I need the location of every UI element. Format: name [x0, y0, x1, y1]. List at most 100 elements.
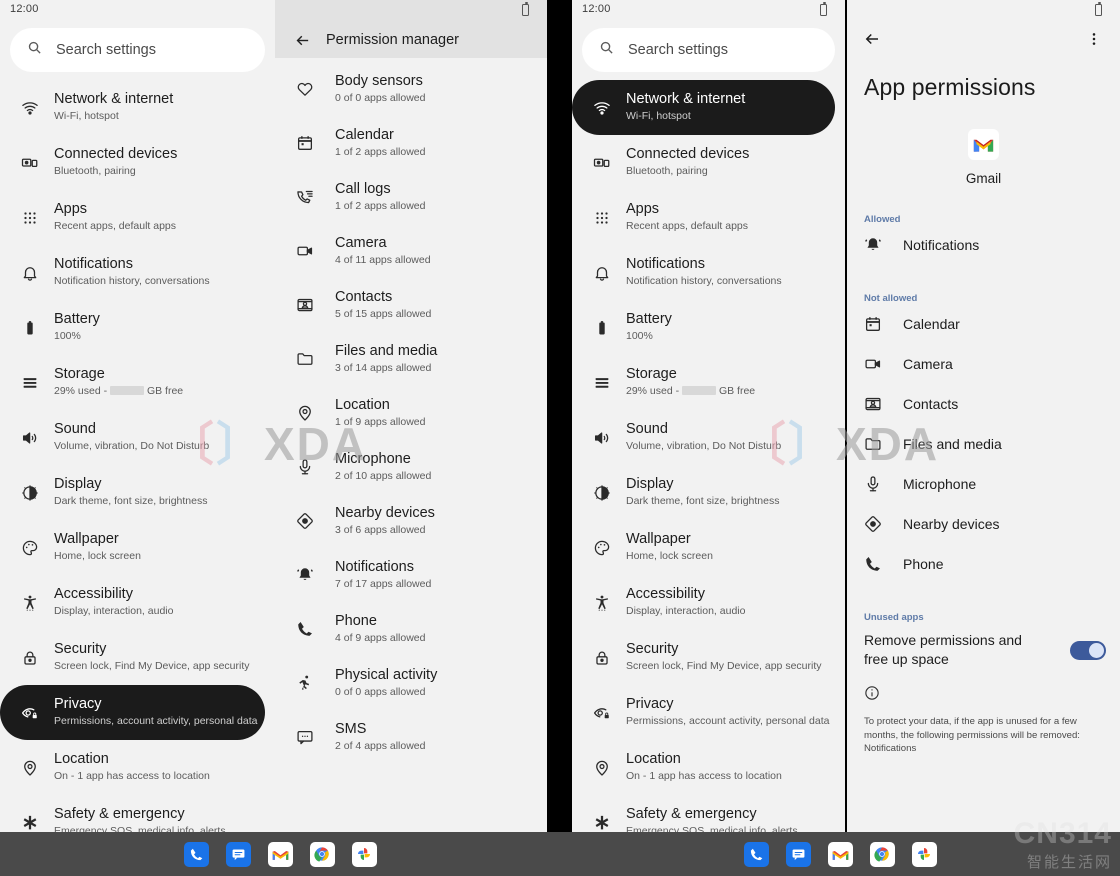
- settings-item-title: Apps: [54, 201, 88, 217]
- permission-item-files-and-media[interactable]: Files and media 3 of 14 apps allowed: [275, 332, 547, 386]
- permission-item-physical-activity[interactable]: Physical activity 0 of 0 apps allowed: [275, 656, 547, 710]
- phone-app-icon[interactable]: [183, 841, 209, 867]
- app-permission-phone[interactable]: Phone: [847, 544, 1120, 584]
- settings-item-notifications[interactable]: Notifications Notification history, conve…: [572, 245, 845, 300]
- taskbar-apps: [183, 841, 377, 867]
- permission-item-location[interactable]: Location 1 of 9 apps allowed: [275, 386, 547, 440]
- settings-item-title: Battery: [626, 311, 672, 327]
- overflow-menu-icon[interactable]: [1086, 31, 1102, 47]
- permission-item-nearby-devices[interactable]: Nearby devices 3 of 6 apps allowed: [275, 494, 547, 548]
- gmail-app-icon[interactable]: [267, 841, 293, 867]
- settings-item-connected-devices[interactable]: Connected devices Bluetooth, pairing: [0, 135, 275, 190]
- phone-icon: [864, 555, 890, 573]
- app-name: Gmail: [965, 171, 1002, 186]
- permission-item-contacts[interactable]: Contacts 5 of 15 apps allowed: [275, 278, 547, 332]
- permission-item-title: Phone: [335, 612, 377, 629]
- app-permission-files-and-media[interactable]: Files and media: [847, 424, 1120, 464]
- permission-item-microphone[interactable]: Microphone 2 of 10 apps allowed: [275, 440, 547, 494]
- photos-app-icon[interactable]: [351, 841, 377, 867]
- calendar-icon: [289, 134, 321, 152]
- settings-item-title: Wallpaper: [54, 531, 119, 547]
- settings-item-wallpaper[interactable]: Wallpaper Home, lock screen: [572, 520, 845, 575]
- redacted-value: [110, 386, 145, 395]
- search-input[interactable]: Search settings: [10, 28, 265, 72]
- back-arrow-icon[interactable]: [863, 30, 881, 48]
- permission-item-camera[interactable]: Camera 4 of 11 apps allowed: [275, 224, 547, 278]
- permission-item-notifications[interactable]: Notifications 7 of 17 apps allowed: [275, 548, 547, 602]
- app-permission-contacts[interactable]: Contacts: [847, 384, 1120, 424]
- permission-item-subtitle: 3 of 14 apps allowed: [335, 361, 432, 374]
- settings-item-security[interactable]: Security Screen lock, Find My Device, app…: [572, 630, 845, 685]
- settings-item-location[interactable]: Location On - 1 app has access to locatio…: [0, 740, 275, 795]
- settings-item-battery[interactable]: Battery 100%: [572, 300, 845, 355]
- permission-item-phone[interactable]: Phone 4 of 9 apps allowed: [275, 602, 547, 656]
- settings-item-apps[interactable]: Apps Recent apps, default apps: [0, 190, 275, 245]
- battery-icon: [586, 319, 618, 337]
- permission-item-title: SMS: [335, 720, 367, 737]
- settings-item-storage[interactable]: Storage 29% used - GB free: [572, 355, 845, 410]
- palette-icon: [14, 539, 46, 557]
- microphone-icon: [864, 475, 890, 493]
- camera-icon: [864, 355, 890, 373]
- chrome-app-icon[interactable]: [309, 841, 335, 867]
- battery-icon: [14, 319, 46, 337]
- settings-item-privacy[interactable]: Privacy Permissions, account activity, pe…: [0, 685, 265, 740]
- status-bar: [847, 0, 1120, 22]
- unused-apps-row[interactable]: Remove permissions and free up space: [847, 623, 1120, 669]
- app-permission-calendar[interactable]: Calendar: [847, 304, 1120, 344]
- settings-item-location[interactable]: Location On - 1 app has access to locatio…: [572, 740, 845, 795]
- settings-item-network-internet[interactable]: Network & internet Wi-Fi, hotspot: [572, 80, 835, 135]
- chrome-app-icon[interactable]: [869, 841, 895, 867]
- eye-lock-icon: [586, 704, 618, 722]
- phone-app-icon[interactable]: [743, 841, 769, 867]
- settings-item-notifications[interactable]: Notifications Notification history, conve…: [0, 245, 275, 300]
- permission-item-title: Contacts: [335, 288, 393, 305]
- settings-item-subtitle: 100%: [54, 330, 81, 342]
- unused-apps-toggle[interactable]: [1070, 640, 1106, 660]
- nearby-icon: [864, 515, 890, 533]
- permission-item-body-sensors[interactable]: Body sensors 0 of 0 apps allowed: [275, 62, 547, 116]
- settings-item-display[interactable]: Display Dark theme, font size, brightness: [0, 465, 275, 520]
- settings-item-accessibility[interactable]: Accessibility Display, interaction, audio: [572, 575, 845, 630]
- settings-item-connected-devices[interactable]: Connected devices Bluetooth, pairing: [572, 135, 845, 190]
- page-title: App permissions: [864, 74, 1036, 100]
- app-permission-notifications[interactable]: Notifications: [847, 225, 1120, 265]
- search-input[interactable]: Search settings: [582, 28, 835, 72]
- messages-app-icon[interactable]: [785, 841, 811, 867]
- settings-item-sound[interactable]: Sound Volume, vibration, Do Not Disturb: [0, 410, 275, 465]
- settings-item-title: Safety & emergency: [626, 806, 757, 822]
- settings-item-title: Safety & emergency: [54, 806, 185, 822]
- permission-manager-title: Permission manager: [326, 32, 459, 48]
- settings-item-battery[interactable]: Battery 100%: [0, 300, 275, 355]
- settings-item-subtitle: 29% used - GB free: [626, 385, 756, 397]
- settings-item-title: Security: [626, 641, 679, 657]
- redacted-value: [682, 386, 717, 395]
- back-arrow-icon[interactable]: [289, 32, 315, 49]
- settings-item-wallpaper[interactable]: Wallpaper Home, lock screen: [0, 520, 275, 575]
- permission-item-title: Nearby devices: [335, 504, 435, 521]
- settings-item-security[interactable]: Security Screen lock, Find My Device, app…: [0, 630, 275, 685]
- accessibility-icon: [14, 594, 46, 612]
- settings-item-title: Network & internet: [54, 91, 174, 107]
- settings-item-privacy[interactable]: Privacy Permissions, account activity, pe…: [572, 685, 845, 740]
- app-permission-microphone[interactable]: Microphone: [847, 464, 1120, 504]
- messages-app-icon[interactable]: [225, 841, 251, 867]
- permission-item-subtitle: 4 of 9 apps allowed: [335, 631, 426, 644]
- app-permission-camera[interactable]: Camera: [847, 344, 1120, 384]
- settings-item-network-internet[interactable]: Network & internet Wi-Fi, hotspot: [0, 80, 275, 135]
- permission-item-call-logs[interactable]: Call logs 1 of 2 apps allowed: [275, 170, 547, 224]
- settings-item-apps[interactable]: Apps Recent apps, default apps: [572, 190, 845, 245]
- nearby-icon: [289, 512, 321, 530]
- app-permission-label: Nearby devices: [903, 516, 1000, 532]
- photos-app-icon[interactable]: [911, 841, 937, 867]
- permission-item-calendar[interactable]: Calendar 1 of 2 apps allowed: [275, 116, 547, 170]
- app-permissions-header: [847, 22, 1120, 56]
- settings-item-accessibility[interactable]: Accessibility Display, interaction, audio: [0, 575, 275, 630]
- settings-item-storage[interactable]: Storage 29% used - GB free: [0, 355, 275, 410]
- settings-item-sound[interactable]: Sound Volume, vibration, Do Not Disturb: [572, 410, 845, 465]
- settings-item-display[interactable]: Display Dark theme, font size, brightness: [572, 465, 845, 520]
- permission-item-sms[interactable]: SMS 2 of 4 apps allowed: [275, 710, 547, 764]
- app-permission-nearby-devices[interactable]: Nearby devices: [847, 504, 1120, 544]
- gmail-app-icon[interactable]: [827, 841, 853, 867]
- permission-item-subtitle: 1 of 9 apps allowed: [335, 415, 426, 428]
